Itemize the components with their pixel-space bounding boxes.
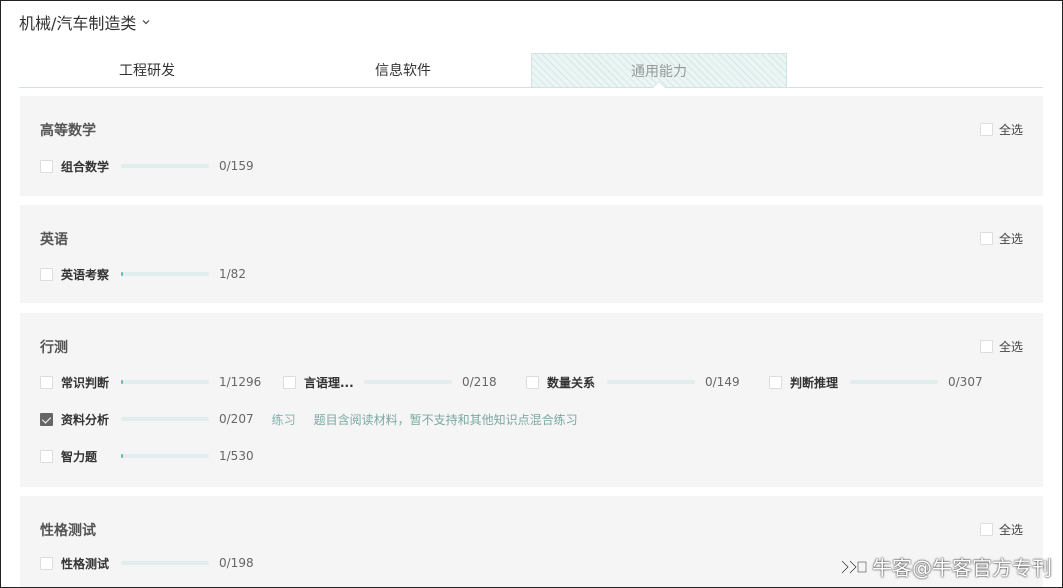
section-advanced-math: 高等数学 全选 组合数学 0/159 <box>20 96 1043 196</box>
progress-bar <box>850 380 938 384</box>
app-frame: 机械/汽车制造类 工程研发 信息软件 通用能力 高等数学 全选 组合数学 0/1… <box>0 0 1063 588</box>
topic-item[interactable]: 判断推理 0/307 <box>769 374 983 390</box>
topic-checkbox[interactable] <box>526 375 539 389</box>
progress-bar <box>121 380 209 384</box>
checkbox-icon <box>979 232 993 245</box>
tab-label: 通用能力 <box>631 63 687 80</box>
topic-name: 性格测试 <box>61 556 110 571</box>
topic-item[interactable]: 常识判断 1/1296 <box>40 374 261 390</box>
topic-item[interactable]: 英语考察 1/82 <box>40 266 246 282</box>
progress-bar <box>121 454 209 458</box>
tab-engineering[interactable]: 工程研发 <box>19 53 275 87</box>
select-all-checkbox[interactable]: 全选 <box>979 338 1023 355</box>
topic-item[interactable]: 言语理... 0/218 <box>283 374 497 390</box>
tab-general-ability[interactable]: 通用能力 <box>531 53 787 88</box>
topic-count: 0/307 <box>948 375 983 389</box>
progress-bar <box>121 164 209 168</box>
topic-item[interactable]: 性格测试 0/198 <box>40 555 254 571</box>
tab-software[interactable]: 信息软件 <box>275 53 531 87</box>
topic-name: 英语考察 <box>61 267 110 282</box>
nowcoder-logo-icon <box>841 559 867 574</box>
section-title: 性格测试 <box>40 523 96 539</box>
topic-count: 0/207 <box>219 412 254 426</box>
section-title: 高等数学 <box>40 123 96 139</box>
checkbox-icon <box>979 340 993 353</box>
practice-link[interactable]: 练习 <box>272 411 296 428</box>
watermark: 牛客@牛客官方专刊 <box>838 552 1052 581</box>
topic-checkbox[interactable] <box>40 449 53 463</box>
category-label: 机械/汽车制造类 <box>19 14 137 33</box>
topic-item[interactable]: 智力题 1/530 <box>40 448 254 464</box>
select-all-label: 全选 <box>998 523 1023 537</box>
topic-count: 1/530 <box>219 449 254 463</box>
select-all-label: 全选 <box>998 340 1023 354</box>
select-all-checkbox[interactable]: 全选 <box>979 230 1023 247</box>
topic-count: 0/198 <box>219 556 254 570</box>
topic-name: 组合数学 <box>61 159 110 174</box>
topic-item[interactable]: 数量关系 0/149 <box>526 374 740 390</box>
topic-count: 1/82 <box>219 267 246 281</box>
watermark-text: 牛客@牛客官方专刊 <box>872 556 1052 580</box>
progress-bar <box>364 380 452 384</box>
topic-item[interactable]: 组合数学 0/159 <box>40 158 254 174</box>
progress-bar <box>607 380 695 384</box>
topic-count: 0/149 <box>705 375 740 389</box>
topic-name: 资料分析 <box>61 412 110 427</box>
practice-note: 题目含阅读材料，暂不支持和其他知识点混合练习 <box>313 412 578 427</box>
select-all-label: 全选 <box>998 123 1023 137</box>
topic-count: 0/218 <box>462 375 497 389</box>
topic-checkbox[interactable] <box>40 267 53 281</box>
active-tab-caret <box>653 82 665 88</box>
topic-checkbox[interactable] <box>40 159 53 173</box>
chevron-down-icon <box>142 20 150 25</box>
section-title: 英语 <box>40 232 68 248</box>
tab-bar: 工程研发 信息软件 通用能力 <box>19 53 1043 88</box>
progress-fill <box>121 454 123 458</box>
topic-checkbox[interactable] <box>40 556 53 570</box>
progress-fill <box>121 380 123 384</box>
topic-checkbox[interactable] <box>40 412 53 426</box>
topic-name: 判断推理 <box>790 375 839 390</box>
topic-name: 言语理... <box>304 375 354 390</box>
select-all-checkbox[interactable]: 全选 <box>979 121 1023 138</box>
topic-name: 智力题 <box>61 449 98 464</box>
progress-bar <box>121 417 209 421</box>
category-dropdown[interactable]: 机械/汽车制造类 <box>19 10 150 34</box>
tab-label: 工程研发 <box>119 63 175 79</box>
select-all-label: 全选 <box>998 232 1023 246</box>
progress-bar <box>121 561 209 565</box>
section-aptitude: 行测 全选 常识判断 1/1296 言语理... 0/218 数量关系 0/14… <box>20 313 1043 487</box>
checkbox-icon <box>979 123 993 136</box>
topic-checkbox[interactable] <box>769 375 782 389</box>
section-english: 英语 全选 英语考察 1/82 <box>20 205 1043 303</box>
topic-checkbox[interactable] <box>283 375 296 389</box>
topic-count: 1/1296 <box>219 375 262 389</box>
tab-label: 信息软件 <box>375 63 431 79</box>
section-title: 行测 <box>40 340 68 356</box>
topic-name: 常识判断 <box>61 375 110 390</box>
progress-bar <box>121 272 209 276</box>
topic-count: 0/159 <box>219 159 254 173</box>
progress-fill <box>121 272 123 276</box>
topic-item[interactable]: 资料分析 0/207 练习 题目含阅读材料，暂不支持和其他知识点混合练习 <box>40 411 578 427</box>
checkbox-icon <box>979 523 993 536</box>
topic-checkbox[interactable] <box>40 375 53 389</box>
topic-name: 数量关系 <box>547 375 596 390</box>
select-all-checkbox[interactable]: 全选 <box>979 521 1023 538</box>
